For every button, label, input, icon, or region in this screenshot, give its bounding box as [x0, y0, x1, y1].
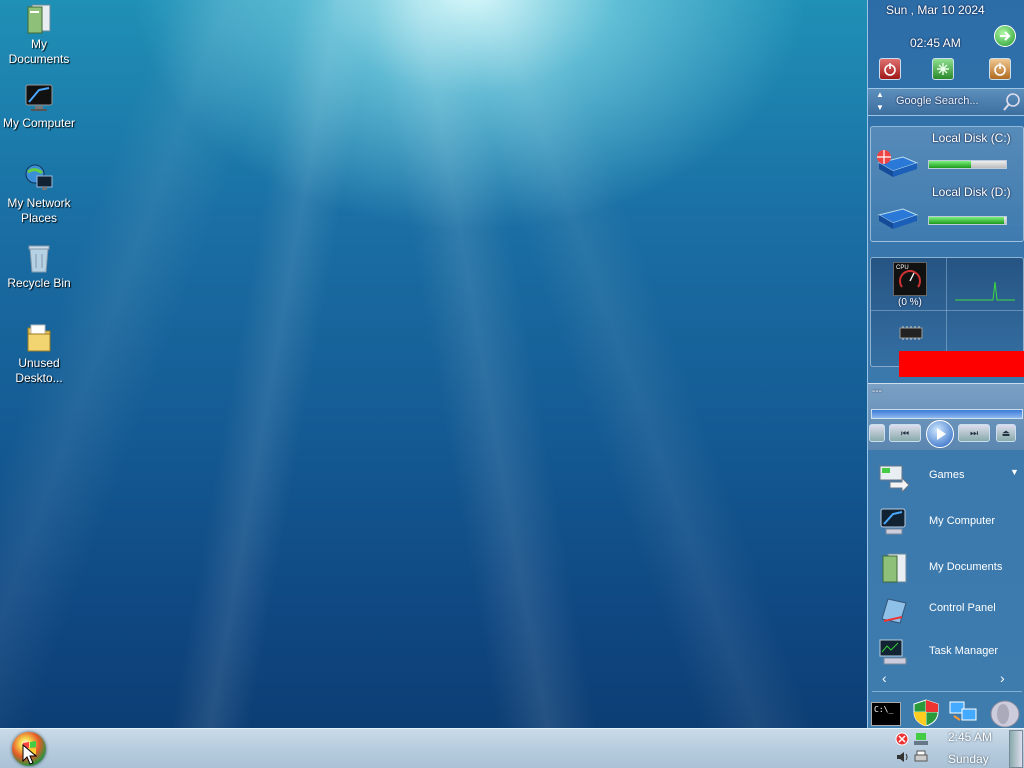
- network-tray-icon[interactable]: [913, 732, 929, 746]
- logoff-icon: [994, 63, 1006, 76]
- cpu-percent: (0 %): [898, 297, 922, 308]
- divider: [872, 691, 1022, 692]
- sidebar-item-games[interactable]: Games ▼: [868, 455, 1024, 495]
- wallpaper-rays: [0, 0, 867, 728]
- restart-icon: [937, 63, 949, 75]
- scroll-up-icon[interactable]: ▲: [876, 90, 884, 99]
- disk-d-usage-fill: [929, 217, 1005, 224]
- security-shield-icon[interactable]: [912, 698, 940, 726]
- network-icon[interactable]: [948, 698, 980, 726]
- sidebar-item-task-manager[interactable]: Task Manager: [868, 631, 1024, 671]
- divider: [946, 258, 947, 366]
- desktop-icon-label: Recycle Bin: [7, 276, 71, 290]
- sidebar-item-label: Task Manager: [929, 645, 999, 657]
- sidebar-item-label: Control Panel: [929, 602, 996, 614]
- restart-button[interactable]: [932, 58, 954, 80]
- desktop-icon-label: Documents: [8, 52, 70, 66]
- volume-tray-icon[interactable]: [895, 750, 909, 764]
- cpu-graph: [955, 281, 1015, 301]
- desktop-icon-label: My: [31, 37, 47, 51]
- desktop-icon-network-places[interactable]: My Network Places: [0, 162, 78, 226]
- media-previous-button[interactable]: ⏮: [889, 424, 921, 442]
- divider: [871, 310, 1023, 311]
- desktop-icon-unused-desktop[interactable]: Unused Deskto...: [0, 322, 78, 386]
- my-computer-icon: [880, 508, 906, 535]
- network-places-icon: [23, 162, 55, 194]
- disk-c-usage-bar: [928, 160, 1007, 169]
- games-icon: [879, 465, 910, 492]
- taskbar-clock-day[interactable]: Sunday: [948, 752, 989, 766]
- drive-c-icon: [877, 150, 919, 177]
- sidebar-item-label: My Computer: [929, 515, 996, 527]
- desktop-icon-recycle-bin[interactable]: Recycle Bin: [0, 242, 78, 291]
- sidebar-item-control-panel[interactable]: Control Panel: [868, 588, 1024, 628]
- desktop-icon-label: My Computer: [2, 116, 76, 130]
- media-eject-button[interactable]: ⏏: [996, 424, 1016, 442]
- my-computer-icon: [23, 82, 55, 114]
- sidebar-date: Sun , Mar 10 2024: [886, 3, 985, 17]
- mouse-cursor-icon: [22, 744, 38, 765]
- next-icon: ⏭: [969, 428, 979, 438]
- speaker-icon[interactable]: [989, 700, 1021, 728]
- chevron-left-icon[interactable]: ‹: [882, 670, 887, 686]
- disk-d-label: Local Disk (D:): [932, 185, 1011, 199]
- recycle-bin-icon: [23, 242, 55, 274]
- disk-c-label: Local Disk (C:): [932, 131, 1011, 145]
- command-prompt-icon[interactable]: C:\_: [871, 702, 901, 726]
- shutdown-button[interactable]: [879, 58, 901, 80]
- chevron-right-icon[interactable]: ›: [1000, 670, 1005, 686]
- taskbar-clock-time[interactable]: 2:45 AM: [948, 730, 992, 744]
- desktop-icon-label: Unused: [18, 356, 60, 370]
- sidebar-item-label: My Documents: [929, 561, 1003, 573]
- desktop-icon-label: My Network: [7, 196, 71, 210]
- media-track-text: ---: [872, 386, 882, 397]
- error-tray-icon[interactable]: [895, 732, 909, 746]
- drive-d-icon: [877, 208, 919, 229]
- cpu-label: CPU: [896, 265, 909, 271]
- media-next-button[interactable]: ⏭: [958, 424, 990, 442]
- chevron-down-icon[interactable]: ▼: [1010, 467, 1019, 477]
- sidebar-item-my-computer[interactable]: My Computer: [868, 501, 1024, 541]
- play-icon: [937, 428, 946, 440]
- desktop-icon-my-documents[interactable]: My Documents: [0, 3, 78, 67]
- disk-d-usage-bar: [928, 216, 1007, 225]
- scroll-down-icon[interactable]: ▼: [876, 103, 884, 112]
- search-icon[interactable]: [1002, 92, 1022, 112]
- media-stop-button[interactable]: [869, 424, 885, 442]
- sidebar: Sun , Mar 10 2024 02:45 AM ▲ ▼ Google Se…: [867, 0, 1024, 728]
- my-documents-icon: [23, 3, 55, 35]
- arrow-go-icon[interactable]: [994, 25, 1016, 47]
- disk-c-usage-fill: [929, 161, 972, 168]
- task-manager-icon: [879, 639, 907, 665]
- desktop-icon-label: Deskto...: [15, 371, 63, 385]
- logoff-button[interactable]: [989, 58, 1011, 80]
- media-player: --- ⏮ ⏭ ⏏: [868, 383, 1024, 450]
- desktop[interactable]: My Documents My Computer My Network Plac…: [0, 0, 867, 728]
- desktop-icon-label: Places: [20, 211, 58, 225]
- memory-chip-icon: [899, 326, 923, 340]
- sidebar-item-label: Games: [929, 469, 965, 481]
- previous-icon: ⏮: [900, 428, 910, 438]
- power-icon: [884, 63, 896, 76]
- sidebar-item-my-documents[interactable]: My Documents: [868, 547, 1024, 587]
- eject-icon: ⏏: [1001, 428, 1011, 438]
- show-desktop-button[interactable]: [1009, 730, 1023, 768]
- printer-tray-icon[interactable]: [913, 750, 929, 764]
- media-play-button[interactable]: [926, 420, 954, 448]
- desktop-icon-my-computer[interactable]: My Computer: [0, 82, 78, 131]
- my-documents-icon: [882, 553, 907, 583]
- media-progress-bar[interactable]: [871, 409, 1023, 419]
- search-input[interactable]: Google Search...: [896, 95, 979, 107]
- disk-usage-panel: Local Disk (C:) Local Disk (D:): [870, 126, 1024, 242]
- taskbar: 2:45 AM Sunday: [0, 728, 1024, 768]
- search-box[interactable]: ▲ ▼ Google Search...: [868, 88, 1024, 116]
- folder-icon: [23, 322, 55, 354]
- red-highlight-block: [899, 351, 1024, 377]
- sidebar-time: 02:45 AM: [910, 36, 961, 50]
- control-panel-icon: [881, 598, 907, 624]
- cpu-gauge-icon: CPU: [893, 262, 927, 296]
